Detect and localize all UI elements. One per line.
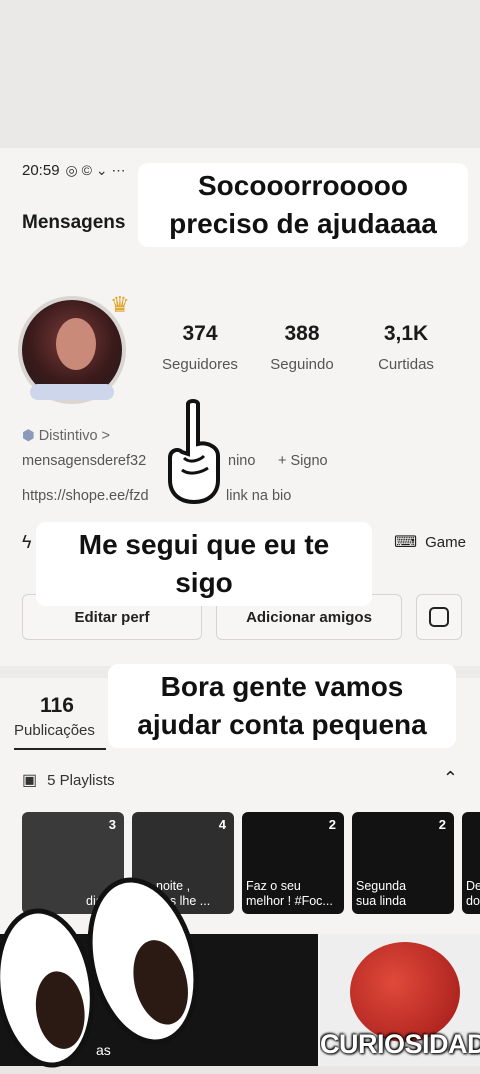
posts-count: 116 bbox=[40, 694, 74, 717]
playlist-card-count: 2 bbox=[328, 817, 336, 832]
playlist-card-count: 2 bbox=[438, 817, 446, 832]
badge-link[interactable]: ⬢ Distintivo > bbox=[22, 428, 110, 444]
playlist-card[interactable]: De do bbox=[462, 812, 480, 914]
following-count: 388 bbox=[284, 322, 320, 345]
overlay-text-top: Socooorrooooo preciso de ajudaaaa bbox=[138, 163, 468, 247]
right-eye-icon bbox=[71, 865, 215, 1057]
playlist-card-count: 3 bbox=[108, 817, 116, 832]
playlist-card-title: Faz o seu melhor ! #Foc... bbox=[246, 879, 333, 908]
sign-button[interactable]: + Signo bbox=[278, 453, 328, 469]
tab-underline bbox=[14, 748, 106, 750]
badge-label: Distintivo > bbox=[38, 428, 111, 444]
likes-count: 3,1K bbox=[383, 322, 429, 345]
playlist-card[interactable]: 2 Segunda sua linda bbox=[352, 812, 454, 914]
thumbnail-title: CURIOSIDADES bbox=[320, 1029, 480, 1059]
playlist-card-count: 4 bbox=[218, 817, 226, 832]
status-bar: 20:59 ◎ © ⌄ ⋯ bbox=[22, 162, 125, 179]
left-pupil bbox=[31, 968, 90, 1053]
stat-likes[interactable]: 3,1K Curtidas bbox=[356, 322, 456, 373]
handle-text: mensagensderef32 bbox=[22, 453, 147, 469]
avatar-badge bbox=[30, 384, 114, 400]
handle-row: mensagensderef32 bbox=[22, 453, 146, 469]
avatar-face bbox=[56, 318, 96, 370]
stat-followers[interactable]: 374 Seguidores bbox=[150, 322, 250, 373]
game-label: Game bbox=[425, 533, 466, 551]
playlists-label: 5 Playlists bbox=[47, 771, 115, 789]
following-label: Seguindo bbox=[270, 356, 334, 373]
pointing-finger-icon bbox=[168, 399, 220, 505]
playlist-card-title: Segunda sua linda bbox=[356, 879, 407, 908]
followers-count: 374 bbox=[182, 322, 218, 345]
instagram-icon bbox=[429, 607, 449, 627]
profile-header-name: Mensagens bbox=[22, 212, 126, 233]
playlist-card-title: De do bbox=[466, 879, 480, 908]
avatar[interactable]: ♛ bbox=[18, 292, 130, 406]
hexagon-icon: ⬢ bbox=[22, 428, 35, 444]
playlists-header[interactable]: ▣ 5 Playlists bbox=[22, 770, 115, 790]
instagram-button[interactable] bbox=[416, 594, 462, 640]
lightning-icon[interactable]: ϟ bbox=[22, 532, 32, 553]
overlay-text-bottom: Bora gente vamos ajudar conta pequena bbox=[108, 664, 456, 748]
likes-label: Curtidas bbox=[378, 356, 434, 373]
chevron-up-icon[interactable]: ⌃ bbox=[443, 768, 458, 789]
bio-link[interactable]: https://shope.ee/fzd bbox=[22, 488, 149, 504]
crown-icon: ♛ bbox=[110, 292, 130, 317]
bio-link-suffix: link na bio bbox=[226, 488, 292, 504]
game-button[interactable]: ⌨ Game bbox=[394, 532, 466, 552]
right-pupil bbox=[125, 934, 197, 1031]
thumbnail-graphic bbox=[350, 942, 460, 1042]
gamepad-icon: ⌨ bbox=[394, 534, 418, 551]
overlay-text-middle: Me segui que eu te sigo bbox=[36, 522, 372, 606]
status-icons: ◎ © ⌄ ⋯ bbox=[65, 162, 126, 178]
tab-posts[interactable]: Publicações bbox=[14, 722, 95, 739]
video-thumbnail-right[interactable]: CURIOSIDADES bbox=[320, 934, 480, 1066]
top-blank-area bbox=[0, 0, 480, 148]
eyes-sticker bbox=[0, 865, 215, 1074]
status-time: 20:59 bbox=[22, 162, 60, 179]
handle-suffix: nino bbox=[228, 453, 256, 469]
followers-label: Seguidores bbox=[162, 356, 238, 373]
stat-following[interactable]: 388 Seguindo bbox=[252, 322, 352, 373]
playlist-card[interactable]: 2 Faz o seu melhor ! #Foc... bbox=[242, 812, 344, 914]
playlist-icon: ▣ bbox=[22, 772, 38, 789]
